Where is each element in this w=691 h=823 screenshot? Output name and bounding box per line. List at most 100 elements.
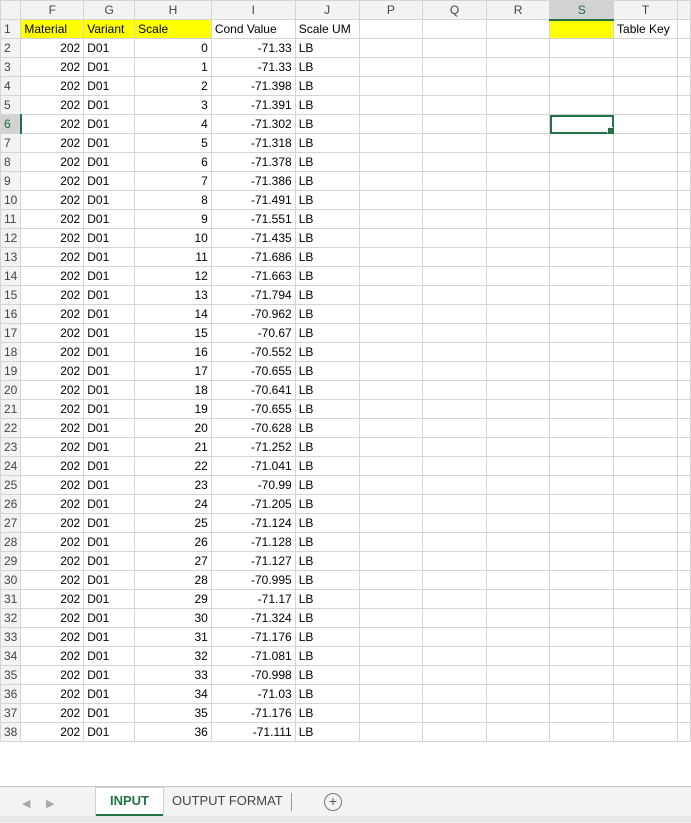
cell-material[interactable]: 202 xyxy=(20,646,85,666)
cell-empty[interactable] xyxy=(358,342,424,362)
cell-cond-value[interactable]: -71.386 xyxy=(210,171,296,191)
cell-empty[interactable] xyxy=(422,532,487,552)
cell-empty[interactable] xyxy=(485,608,551,628)
cell-empty[interactable] xyxy=(358,684,424,704)
row-header[interactable]: 18 xyxy=(0,342,22,362)
cell-scale[interactable]: 19 xyxy=(134,399,212,419)
cell-material[interactable]: 202 xyxy=(20,114,85,134)
cell-scale[interactable]: 3 xyxy=(134,95,212,115)
cell-cond-value[interactable]: -70.628 xyxy=(210,418,296,438)
row-header[interactable]: 27 xyxy=(0,513,22,533)
cell-empty[interactable] xyxy=(613,266,678,286)
cell-cond-value[interactable]: -70.655 xyxy=(210,399,296,419)
cell-variant[interactable]: D01 xyxy=(83,76,136,96)
cell-empty[interactable] xyxy=(549,171,615,191)
cell-empty[interactable] xyxy=(549,646,615,666)
cell-empty[interactable] xyxy=(358,323,424,343)
cell-empty[interactable] xyxy=(422,304,487,324)
cell-empty[interactable] xyxy=(358,76,424,96)
cell-empty[interactable] xyxy=(613,627,678,647)
row-header[interactable]: 3 xyxy=(0,57,22,77)
cell-empty[interactable] xyxy=(676,190,691,210)
cell-empty[interactable] xyxy=(422,76,487,96)
cell-empty[interactable] xyxy=(485,361,551,381)
cell-cond-value[interactable]: -70.99 xyxy=(210,475,296,495)
cell-empty[interactable] xyxy=(422,627,487,647)
cell-cond-value[interactable]: -71.081 xyxy=(210,646,296,666)
cell-empty[interactable] xyxy=(358,361,424,381)
cell-scale-um[interactable]: LB xyxy=(294,570,360,590)
cell-empty[interactable] xyxy=(613,418,678,438)
cell-scale-um[interactable]: LB xyxy=(294,627,360,647)
cell-empty[interactable] xyxy=(613,456,678,476)
cell-variant[interactable]: D01 xyxy=(83,513,136,533)
row-header[interactable]: 14 xyxy=(0,266,22,286)
cell-empty[interactable] xyxy=(422,703,487,723)
row-header[interactable]: 8 xyxy=(0,152,22,172)
tab-output-format[interactable]: OUTPUT FORMAT xyxy=(158,788,297,814)
row-header[interactable]: 26 xyxy=(0,494,22,514)
row-header[interactable]: 6 xyxy=(0,114,22,134)
cell-empty[interactable] xyxy=(613,703,678,723)
row-header[interactable]: 15 xyxy=(0,285,22,305)
cell-scale[interactable]: 25 xyxy=(134,513,212,533)
cell-cond-value[interactable]: -70.995 xyxy=(210,570,296,590)
cell-scale[interactable]: 1 xyxy=(134,57,212,77)
cell-empty[interactable] xyxy=(422,684,487,704)
cell-empty[interactable] xyxy=(549,494,615,514)
cell-empty[interactable] xyxy=(422,19,487,39)
cell-empty[interactable] xyxy=(676,399,691,419)
cell-empty[interactable] xyxy=(485,114,551,134)
cell-empty[interactable] xyxy=(358,665,424,685)
cell-scale[interactable]: 4 xyxy=(134,114,212,134)
column-header-h[interactable]: H xyxy=(134,0,212,20)
cell-empty[interactable] xyxy=(676,551,691,571)
cell-cond-value[interactable]: -70.552 xyxy=(210,342,296,362)
cell-empty[interactable] xyxy=(485,247,551,267)
cell-empty[interactable] xyxy=(549,361,615,381)
cell-empty[interactable] xyxy=(613,665,678,685)
cell-empty[interactable] xyxy=(422,285,487,305)
cell-empty[interactable] xyxy=(676,133,691,153)
cell-scale[interactable]: 14 xyxy=(134,304,212,324)
row-header[interactable]: 1 xyxy=(0,19,22,39)
cell-cond-value[interactable]: -71.324 xyxy=(210,608,296,628)
cell-material[interactable]: 202 xyxy=(20,437,85,457)
cell-cond-value[interactable]: -70.67 xyxy=(210,323,296,343)
cell-scale[interactable]: 29 xyxy=(134,589,212,609)
cell-empty[interactable] xyxy=(485,38,551,58)
cell-empty[interactable] xyxy=(549,266,615,286)
cell-empty[interactable] xyxy=(549,665,615,685)
cell-empty[interactable] xyxy=(485,228,551,248)
cell-material[interactable]: 202 xyxy=(20,551,85,571)
cell-variant[interactable]: D01 xyxy=(83,266,136,286)
column-header-p[interactable]: P xyxy=(358,0,424,20)
cell-empty[interactable] xyxy=(676,76,691,96)
cell-empty[interactable] xyxy=(549,722,615,742)
cell-empty[interactable] xyxy=(676,19,691,39)
cell-empty[interactable] xyxy=(485,722,551,742)
cell-empty[interactable] xyxy=(613,570,678,590)
cell-empty[interactable] xyxy=(549,570,615,590)
cell-empty[interactable] xyxy=(676,608,691,628)
cell-empty[interactable] xyxy=(676,570,691,590)
cell-scale[interactable]: 35 xyxy=(134,703,212,723)
cell-empty[interactable] xyxy=(549,190,615,210)
cell-empty[interactable] xyxy=(676,228,691,248)
cell-material[interactable]: 202 xyxy=(20,57,85,77)
cell-empty[interactable] xyxy=(676,684,691,704)
cell-scale[interactable]: 18 xyxy=(134,380,212,400)
cell-empty[interactable] xyxy=(549,380,615,400)
cell-cond-value[interactable]: -71.551 xyxy=(210,209,296,229)
row-header[interactable]: 10 xyxy=(0,190,22,210)
cell-empty[interactable] xyxy=(676,57,691,77)
cell-empty[interactable] xyxy=(358,418,424,438)
cell-empty[interactable] xyxy=(676,361,691,381)
cell-empty[interactable] xyxy=(485,570,551,590)
cell-empty[interactable] xyxy=(613,475,678,495)
cell-empty[interactable] xyxy=(358,456,424,476)
cell-material[interactable]: 202 xyxy=(20,399,85,419)
cell-empty[interactable] xyxy=(358,152,424,172)
cell-empty[interactable] xyxy=(358,513,424,533)
cell-material[interactable]: 202 xyxy=(20,209,85,229)
